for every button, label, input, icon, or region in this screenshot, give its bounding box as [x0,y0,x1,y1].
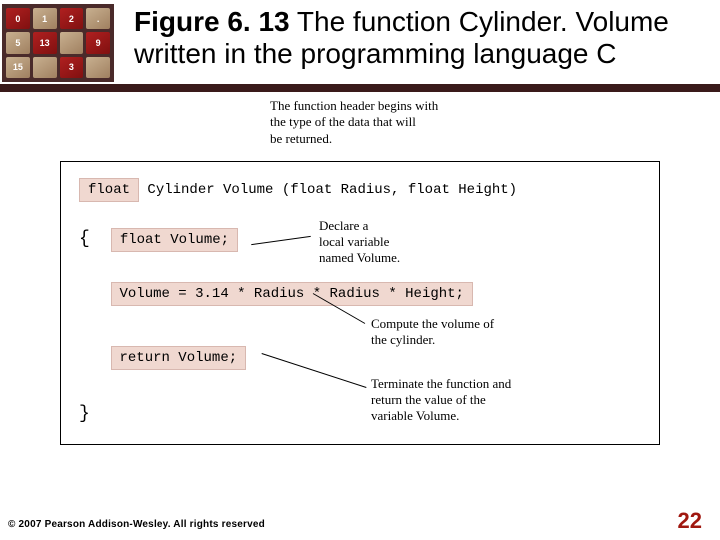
annotation-header: The function header begins with the type… [270,98,660,147]
divider-bar [0,84,720,92]
assignment: Volume = 3.14 * Radius * Radius * Height… [111,282,473,306]
code-open-brace-row: { float Volume; Declare a local variable… [79,228,641,252]
function-header: Cylinder Volume (float Radius, float Hei… [139,182,517,198]
page-number: 22 [678,508,702,534]
code-box: float Cylinder Volume (float Radius, flo… [60,161,660,445]
declaration: float Volume; [111,228,238,252]
slide-header: 012. 5139 153 Figure 6. 13 The function … [0,0,720,82]
code-close-brace-row: } [79,404,641,424]
annotation-compute: Compute the volume of the cylinder. [371,316,494,349]
annotation-declare: Declare a local variable named Volume. [319,218,400,267]
code-assign-row: Volume = 3.14 * Radius * Radius * Height… [79,282,641,306]
code-return-row: return Volume; Terminate the function an… [79,346,641,370]
diagram: The function header begins with the type… [0,92,720,445]
open-brace: { [79,229,90,249]
figure-number: Figure 6. 13 [134,6,290,37]
return-stmt: return Volume; [111,346,247,370]
decorative-badge: 012. 5139 153 [2,4,114,82]
close-brace: } [79,404,90,424]
figure-title: Figure 6. 13 The function Cylinder. Volu… [114,4,720,70]
code-header-row: float Cylinder Volume (float Radius, flo… [79,178,641,202]
keyword-float: float [79,178,139,202]
copyright: © 2007 Pearson Addison-Wesley. All right… [8,519,265,530]
